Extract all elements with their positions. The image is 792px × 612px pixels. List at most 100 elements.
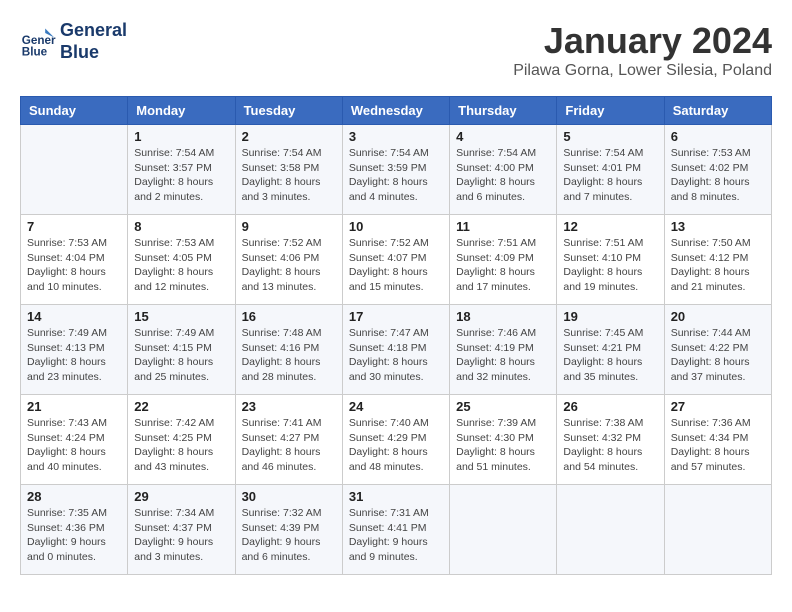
day-info: Sunrise: 7:52 AM Sunset: 4:06 PM Dayligh… <box>242 236 336 295</box>
calendar-cell: 14 Sunrise: 7:49 AM Sunset: 4:13 PM Dayli… <box>21 305 128 395</box>
calendar-cell: 19 Sunrise: 7:45 AM Sunset: 4:21 PM Dayli… <box>557 305 664 395</box>
calendar-week-row: 1 Sunrise: 7:54 AM Sunset: 3:57 PM Daylig… <box>21 125 772 215</box>
title-section: January 2024 Pilawa Gorna, Lower Silesia… <box>513 20 772 80</box>
location-title: Pilawa Gorna, Lower Silesia, Poland <box>513 62 772 80</box>
day-info: Sunrise: 7:54 AM Sunset: 3:57 PM Dayligh… <box>134 146 228 205</box>
weekday-header-wednesday: Wednesday <box>342 97 449 125</box>
calendar-week-row: 28Sunrise: 7:35 AM Sunset: 4:36 PM Dayli… <box>21 485 772 575</box>
day-info: Sunrise: 7:46 AM Sunset: 4:19 PM Dayligh… <box>456 326 550 385</box>
calendar-cell: 7Sunrise: 7:53 AM Sunset: 4:04 PM Daylig… <box>21 215 128 305</box>
header-row: SundayMondayTuesdayWednesdayThursdayFrid… <box>21 97 772 125</box>
weekday-header-thursday: Thursday <box>450 97 557 125</box>
day-number: 7 <box>27 219 121 234</box>
day-info: Sunrise: 7:39 AM Sunset: 4:30 PM Dayligh… <box>456 416 550 475</box>
day-info: Sunrise: 7:41 AM Sunset: 4:27 PM Dayligh… <box>242 416 336 475</box>
day-number: 10 <box>349 219 443 234</box>
calendar-cell <box>557 485 664 575</box>
day-number: 12 <box>563 219 657 234</box>
calendar-cell: 20Sunrise: 7:44 AM Sunset: 4:22 PM Dayli… <box>664 305 771 395</box>
calendar-week-row: 21Sunrise: 7:43 AM Sunset: 4:24 PM Dayli… <box>21 395 772 485</box>
day-info: Sunrise: 7:53 AM Sunset: 4:05 PM Dayligh… <box>134 236 228 295</box>
calendar-cell: 24Sunrise: 7:40 AM Sunset: 4:29 PM Dayli… <box>342 395 449 485</box>
day-info: Sunrise: 7:49 AM Sunset: 4:15 PM Dayligh… <box>134 326 228 385</box>
day-number: 16 <box>242 309 336 324</box>
day-number: 25 <box>456 399 550 414</box>
calendar-cell: 25 Sunrise: 7:39 AM Sunset: 4:30 PM Dayli… <box>450 395 557 485</box>
calendar-cell: 29 Sunrise: 7:34 AM Sunset: 4:37 PM Dayli… <box>128 485 235 575</box>
calendar-cell: 27 Sunrise: 7:36 AM Sunset: 4:34 PM Dayli… <box>664 395 771 485</box>
day-info: Sunrise: 7:35 AM Sunset: 4:36 PM Dayligh… <box>27 506 121 565</box>
day-number: 4 <box>456 129 550 144</box>
day-info: Sunrise: 7:54 AM Sunset: 3:59 PM Dayligh… <box>349 146 443 205</box>
day-info: Sunrise: 7:38 AM Sunset: 4:32 PM Dayligh… <box>563 416 657 475</box>
calendar-cell: 22 Sunrise: 7:42 AM Sunset: 4:25 PM Dayli… <box>128 395 235 485</box>
calendar-week-row: 14 Sunrise: 7:49 AM Sunset: 4:13 PM Dayli… <box>21 305 772 395</box>
day-info: Sunrise: 7:54 AM Sunset: 3:58 PM Dayligh… <box>242 146 336 205</box>
day-info: Sunrise: 7:51 AM Sunset: 4:10 PM Dayligh… <box>563 236 657 295</box>
day-number: 11 <box>456 219 550 234</box>
day-info: Sunrise: 7:43 AM Sunset: 4:24 PM Dayligh… <box>27 416 121 475</box>
day-info: Sunrise: 7:31 AM Sunset: 4:41 PM Dayligh… <box>349 506 443 565</box>
calendar-cell: 31 Sunrise: 7:31 AM Sunset: 4:41 PM Dayli… <box>342 485 449 575</box>
day-number: 3 <box>349 129 443 144</box>
calendar-header: SundayMondayTuesdayWednesdayThursdayFrid… <box>21 97 772 125</box>
calendar-cell: 17 Sunrise: 7:47 AM Sunset: 4:18 PM Dayli… <box>342 305 449 395</box>
day-number: 18 <box>456 309 550 324</box>
day-number: 22 <box>134 399 228 414</box>
day-number: 13 <box>671 219 765 234</box>
day-number: 23 <box>242 399 336 414</box>
day-number: 17 <box>349 309 443 324</box>
logo: General Blue General Blue <box>20 20 127 63</box>
day-number: 20 <box>671 309 765 324</box>
calendar-cell: 23 Sunrise: 7:41 AM Sunset: 4:27 PM Dayli… <box>235 395 342 485</box>
day-info: Sunrise: 7:51 AM Sunset: 4:09 PM Dayligh… <box>456 236 550 295</box>
day-number: 2 <box>242 129 336 144</box>
day-info: Sunrise: 7:52 AM Sunset: 4:07 PM Dayligh… <box>349 236 443 295</box>
calendar-cell: 6 Sunrise: 7:53 AM Sunset: 4:02 PM Daylig… <box>664 125 771 215</box>
weekday-header-monday: Monday <box>128 97 235 125</box>
day-number: 14 <box>27 309 121 324</box>
day-info: Sunrise: 7:36 AM Sunset: 4:34 PM Dayligh… <box>671 416 765 475</box>
day-number: 31 <box>349 489 443 504</box>
weekday-header-friday: Friday <box>557 97 664 125</box>
calendar-body: 1 Sunrise: 7:54 AM Sunset: 3:57 PM Daylig… <box>21 125 772 575</box>
day-number: 6 <box>671 129 765 144</box>
weekday-header-sunday: Sunday <box>21 97 128 125</box>
calendar-cell: 9Sunrise: 7:52 AM Sunset: 4:06 PM Daylig… <box>235 215 342 305</box>
calendar-week-row: 7Sunrise: 7:53 AM Sunset: 4:04 PM Daylig… <box>21 215 772 305</box>
calendar-cell: 15 Sunrise: 7:49 AM Sunset: 4:15 PM Dayli… <box>128 305 235 395</box>
day-number: 8 <box>134 219 228 234</box>
calendar-cell: 2 Sunrise: 7:54 AM Sunset: 3:58 PM Daylig… <box>235 125 342 215</box>
logo-icon: General Blue <box>20 24 56 60</box>
day-info: Sunrise: 7:42 AM Sunset: 4:25 PM Dayligh… <box>134 416 228 475</box>
calendar-cell: 5Sunrise: 7:54 AM Sunset: 4:01 PM Daylig… <box>557 125 664 215</box>
weekday-header-tuesday: Tuesday <box>235 97 342 125</box>
day-info: Sunrise: 7:34 AM Sunset: 4:37 PM Dayligh… <box>134 506 228 565</box>
svg-text:Blue: Blue <box>22 45 48 58</box>
day-info: Sunrise: 7:49 AM Sunset: 4:13 PM Dayligh… <box>27 326 121 385</box>
calendar-cell: 11 Sunrise: 7:51 AM Sunset: 4:09 PM Dayli… <box>450 215 557 305</box>
calendar-cell: 1 Sunrise: 7:54 AM Sunset: 3:57 PM Daylig… <box>128 125 235 215</box>
calendar-cell: 26Sunrise: 7:38 AM Sunset: 4:32 PM Dayli… <box>557 395 664 485</box>
calendar-cell: 13Sunrise: 7:50 AM Sunset: 4:12 PM Dayli… <box>664 215 771 305</box>
calendar-cell: 16Sunrise: 7:48 AM Sunset: 4:16 PM Dayli… <box>235 305 342 395</box>
day-number: 30 <box>242 489 336 504</box>
day-number: 27 <box>671 399 765 414</box>
day-info: Sunrise: 7:32 AM Sunset: 4:39 PM Dayligh… <box>242 506 336 565</box>
calendar-cell: 18 Sunrise: 7:46 AM Sunset: 4:19 PM Dayli… <box>450 305 557 395</box>
day-info: Sunrise: 7:40 AM Sunset: 4:29 PM Dayligh… <box>349 416 443 475</box>
weekday-header-saturday: Saturday <box>664 97 771 125</box>
day-number: 15 <box>134 309 228 324</box>
logo-text-line2: Blue <box>60 42 127 64</box>
day-info: Sunrise: 7:53 AM Sunset: 4:02 PM Dayligh… <box>671 146 765 205</box>
calendar-cell <box>21 125 128 215</box>
day-number: 29 <box>134 489 228 504</box>
day-info: Sunrise: 7:47 AM Sunset: 4:18 PM Dayligh… <box>349 326 443 385</box>
calendar-cell: 30 Sunrise: 7:32 AM Sunset: 4:39 PM Dayli… <box>235 485 342 575</box>
header: General Blue General Blue January 2024 P… <box>20 20 772 80</box>
day-number: 19 <box>563 309 657 324</box>
day-number: 1 <box>134 129 228 144</box>
logo-text-line1: General <box>60 20 127 42</box>
day-info: Sunrise: 7:45 AM Sunset: 4:21 PM Dayligh… <box>563 326 657 385</box>
calendar-cell: 8 Sunrise: 7:53 AM Sunset: 4:05 PM Daylig… <box>128 215 235 305</box>
